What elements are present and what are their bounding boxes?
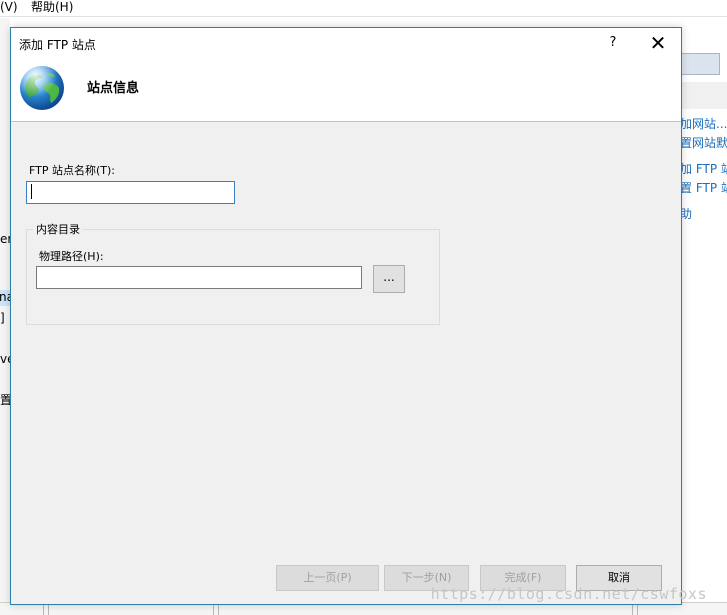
previous-button[interactable]: 上一页(P) bbox=[276, 565, 379, 591]
background-menubar: (V) 帮助(H) bbox=[0, 0, 727, 17]
globe-icon bbox=[20, 66, 64, 110]
page-heading: 站点信息 bbox=[87, 81, 140, 96]
site-name-label: FTP 站点名称(T): bbox=[29, 164, 115, 177]
dialog-titlebar[interactable]: 添加 FTP 站点 ? ✕ bbox=[11, 28, 681, 58]
bg-left-fragment: 置 bbox=[0, 393, 10, 407]
physical-path-label: 物理路径(H): bbox=[39, 250, 104, 263]
action-add-ftp-site[interactable]: 加 FTP 站 bbox=[682, 162, 727, 176]
wizard-header: 站点信息 bbox=[11, 58, 681, 122]
bg-actions-header bbox=[682, 82, 727, 109]
watermark: https://blog.csdn.net/cswfoxs bbox=[430, 585, 707, 603]
action-set-ftp-defaults[interactable]: 置 FTP 站 bbox=[682, 181, 727, 195]
text-caret bbox=[31, 184, 32, 199]
dialog-title: 添加 FTP 站点 bbox=[19, 38, 96, 52]
bg-left-fragment: na bbox=[0, 290, 10, 306]
background-actions-panel: 加网站... 置网站默 加 FTP 站 置 FTP 站 助 bbox=[682, 18, 727, 615]
physical-path-input[interactable] bbox=[36, 266, 362, 289]
close-button[interactable]: ✕ bbox=[643, 30, 673, 56]
menu-view[interactable]: (V) bbox=[0, 0, 18, 14]
bg-left-fragment: er bbox=[0, 232, 10, 246]
site-name-input[interactable] bbox=[26, 181, 235, 204]
add-ftp-site-dialog: 添加 FTP 站点 ? ✕ 站点信息 FTP 站点名称(T): 内容目录 物理路… bbox=[10, 27, 682, 605]
bg-search-box bbox=[682, 53, 720, 75]
action-add-website[interactable]: 加网站... bbox=[682, 117, 727, 131]
content-directory-title: 内容目录 bbox=[33, 221, 83, 237]
action-help[interactable]: 助 bbox=[682, 207, 692, 221]
background-connections-panel: er na ] ve 置 bbox=[0, 18, 10, 615]
bg-left-fragment: ve bbox=[0, 352, 10, 366]
browse-button[interactable]: ... bbox=[373, 265, 405, 293]
action-set-website-defaults[interactable]: 置网站默 bbox=[682, 136, 727, 150]
menu-help[interactable]: 帮助(H) bbox=[31, 0, 73, 14]
bg-left-fragment: ] bbox=[0, 311, 5, 325]
help-button[interactable]: ? bbox=[601, 32, 625, 54]
